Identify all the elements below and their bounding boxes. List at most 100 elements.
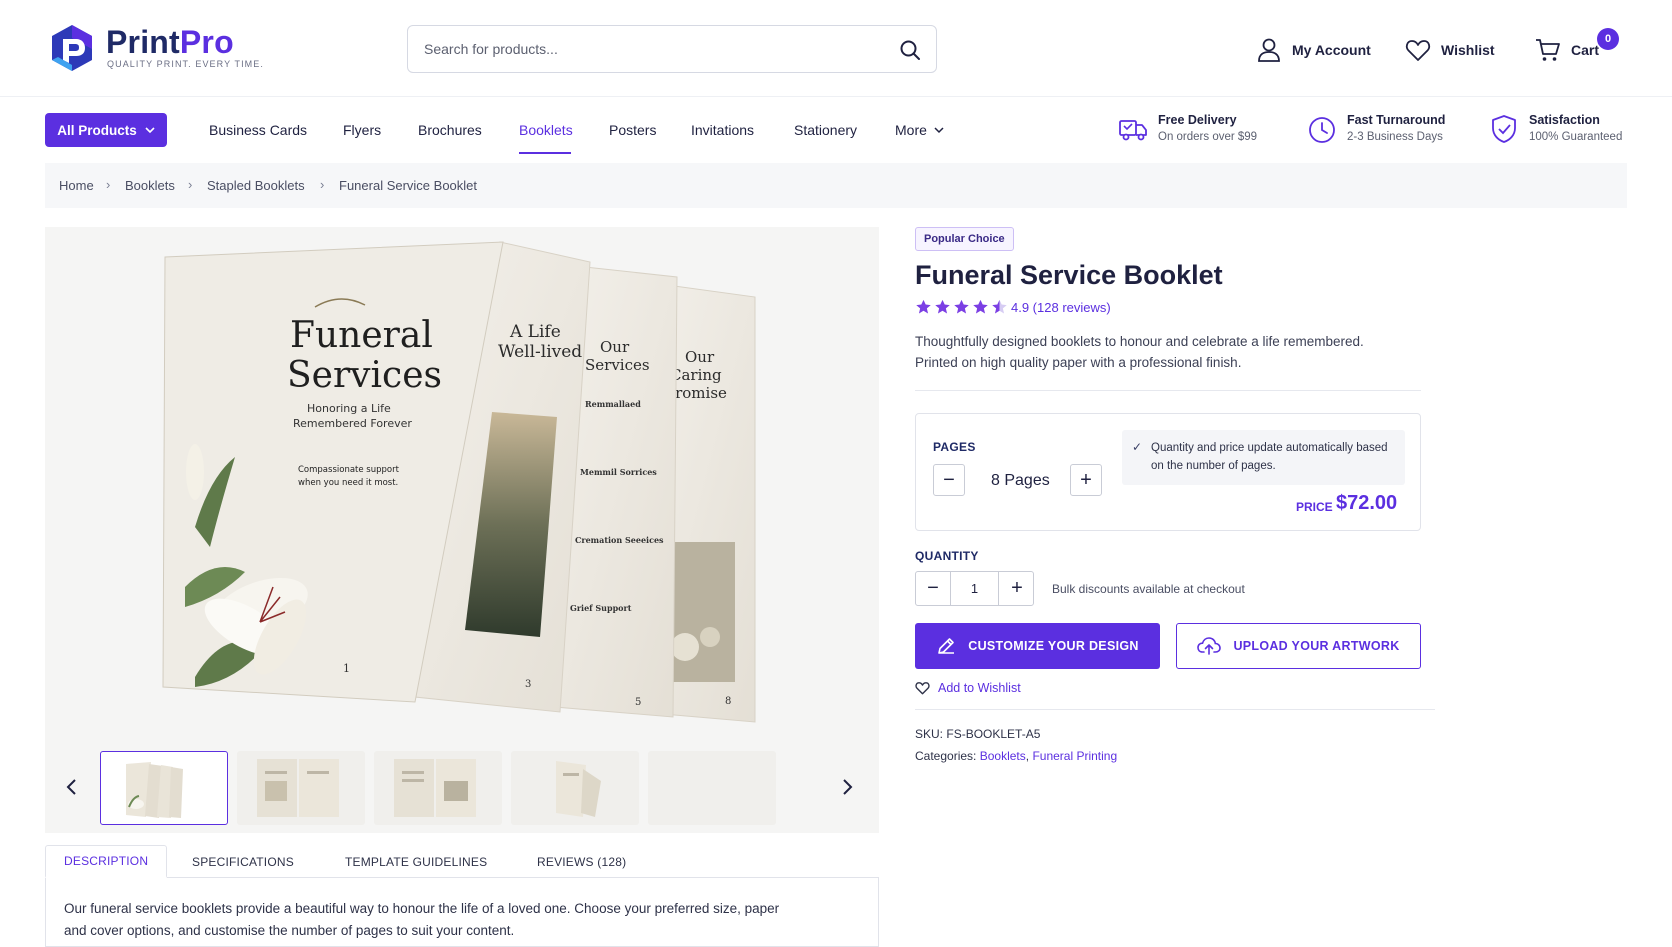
tab-specifications[interactable]: SPECIFICATIONS [192, 845, 294, 878]
pages-increase-button[interactable]: + [1070, 464, 1102, 496]
pages-decrease-button[interactable]: − [933, 464, 965, 496]
description-text-line: Our funeral service booklets provide a b… [64, 901, 780, 916]
truck-icon [1119, 120, 1147, 141]
search-icon[interactable] [898, 38, 922, 62]
feature-subtitle: 2-3 Business Days [1347, 131, 1443, 143]
description-line: Thoughtfully designed booklets to honour… [915, 334, 1364, 349]
all-products-label: All Products [57, 122, 137, 138]
quantity-label: QUANTITY [915, 549, 979, 563]
brand-name[interactable]: PrintPro [106, 24, 234, 61]
cart-link[interactable]: Cart [1535, 36, 1599, 64]
feature-satisfaction: Satisfaction 100% Guaranteed [1489, 110, 1639, 152]
price-label: PRICE [1296, 500, 1333, 514]
nav-item-stationery[interactable]: Stationery [794, 122, 857, 138]
upload-artwork-button[interactable]: UPLOAD YOUR ARTWORK [1176, 623, 1421, 669]
cart-count-badge: 0 [1597, 28, 1619, 50]
page2-heading: A Life [509, 322, 561, 342]
page4-flower [700, 627, 720, 647]
category-link-funeral-printing[interactable]: Funeral Printing [1032, 749, 1117, 763]
rating-reviews-link[interactable]: 4.9 (128 reviews) [1011, 300, 1111, 315]
cover-note: Compassionate support [298, 465, 400, 475]
category-separator: , [1025, 749, 1030, 763]
cover-title: Services [287, 355, 442, 396]
gallery-thumbnail-4[interactable] [511, 751, 639, 825]
my-account-link[interactable]: My Account [1256, 36, 1371, 64]
star-rating [915, 299, 1008, 315]
page4-heading: Caring [670, 366, 722, 384]
quantity-input[interactable]: 1 [950, 572, 999, 605]
gallery-thumbnail-2[interactable] [237, 751, 365, 825]
tab-template-guidelines[interactable]: TEMPLATE GUIDELINES [345, 845, 487, 878]
add-to-wishlist-label: Add to Wishlist [938, 681, 1021, 695]
search-box [407, 25, 937, 73]
cover-note: when you need it most. [298, 478, 398, 488]
breadcrumb-home[interactable]: Home [59, 178, 94, 193]
thumbnail-image [126, 762, 183, 818]
nav-item-brochures[interactable]: Brochures [418, 122, 482, 138]
tab-description[interactable]: DESCRIPTION [45, 845, 168, 878]
sku-value: FS-BOOKLET-A5 [946, 727, 1041, 741]
active-nav-indicator [519, 152, 571, 154]
description-text: Our funeral service booklets provide a b… [64, 898, 804, 942]
user-icon [1258, 38, 1280, 62]
breadcrumb-stapled-booklets[interactable]: Stapled Booklets [207, 178, 305, 193]
star-icon [935, 299, 950, 314]
description-text-line: and cover options, and customise the num… [64, 923, 515, 938]
star-half-icon [992, 299, 1007, 314]
categories-label: Categories: [915, 749, 977, 763]
wishlist-link[interactable]: Wishlist [1405, 36, 1495, 64]
search-input[interactable] [424, 26, 884, 72]
category-link-booklets[interactable]: Booklets [980, 749, 1026, 763]
page3-heading: Services [585, 356, 650, 374]
cart-label: Cart [1571, 42, 1600, 58]
breadcrumb-booklets[interactable]: Booklets [125, 178, 175, 193]
quantity-increase-button[interactable]: + [1000, 572, 1034, 605]
description-line: Printed on high quality paper with a pro… [915, 355, 1242, 370]
gallery-thumbnail-1[interactable] [100, 751, 228, 825]
product-main-image[interactable]: Our Caring Promise 8 Our Services Remmal… [45, 227, 879, 747]
customize-design-label: CUSTOMIZE YOUR DESIGN [968, 639, 1139, 653]
page3-item: Memmil Sorrices [580, 467, 657, 477]
nav-item-posters[interactable]: Posters [609, 122, 656, 138]
nav-item-booklets[interactable]: Booklets [519, 122, 573, 138]
brand-name-print: Print [106, 24, 180, 60]
all-products-button[interactable]: All Products [45, 113, 167, 147]
nav-item-business-cards[interactable]: Business Cards [209, 122, 307, 138]
tab-panel-description: Our funeral service booklets provide a b… [45, 877, 879, 947]
thumbnail-image [257, 759, 339, 817]
pages-value: 8 Pages [991, 472, 1050, 489]
product-gallery: Our Caring Promise 8 Our Services Remmal… [45, 227, 879, 833]
gallery-prev-icon[interactable] [60, 775, 84, 799]
product-categories: Categories: Booklets, Funeral Printing [915, 749, 1117, 763]
bulk-discount-note: Bulk discounts available at checkout [1052, 582, 1245, 596]
page-number: 1 [343, 662, 350, 675]
price-update-note-text: Quantity and price update automatically … [1151, 442, 1388, 472]
tab-reviews[interactable]: REVIEWS (128) [537, 845, 626, 878]
breadcrumb-current: Funeral Service Booklet [339, 178, 478, 193]
feature-subtitle: 100% Guaranteed [1529, 131, 1623, 143]
check-icon: ✓ [1132, 440, 1143, 454]
feature-fast-turnaround: Fast Turnaround 2-3 Business Days [1307, 110, 1457, 152]
customize-design-button[interactable]: CUSTOMIZE YOUR DESIGN [915, 623, 1160, 669]
nav-item-flyers[interactable]: Flyers [343, 122, 381, 138]
gallery-thumbnail-3[interactable] [374, 751, 502, 825]
feature-title: Free Delivery [1158, 113, 1237, 127]
gallery-next-icon[interactable] [835, 775, 859, 799]
pencil-icon [938, 638, 955, 654]
nav-item-more[interactable]: More [895, 122, 944, 138]
price-update-note: ✓ Quantity and price update automaticall… [1122, 430, 1405, 485]
nav-item-invitations[interactable]: Invitations [691, 122, 754, 138]
printpro-logo-icon[interactable] [49, 23, 95, 73]
product-tabs: Our funeral service booklets provide a b… [45, 845, 879, 947]
page4-flower [671, 633, 699, 661]
cover-subtitle: Honoring a Life [307, 402, 391, 415]
price-value: $72.00 [1336, 492, 1398, 514]
add-to-wishlist-link[interactable]: Add to Wishlist [915, 681, 1021, 695]
feature-title: Fast Turnaround [1347, 113, 1446, 127]
quantity-decrease-button[interactable]: − [916, 572, 950, 605]
gallery-thumbnail-5[interactable] [648, 751, 776, 825]
brand-name-pro: Pro [179, 24, 234, 60]
star-icon [954, 299, 969, 314]
page3-item: Cremation Seeeices [575, 535, 664, 545]
upload-artwork-label: UPLOAD YOUR ARTWORK [1233, 639, 1400, 653]
